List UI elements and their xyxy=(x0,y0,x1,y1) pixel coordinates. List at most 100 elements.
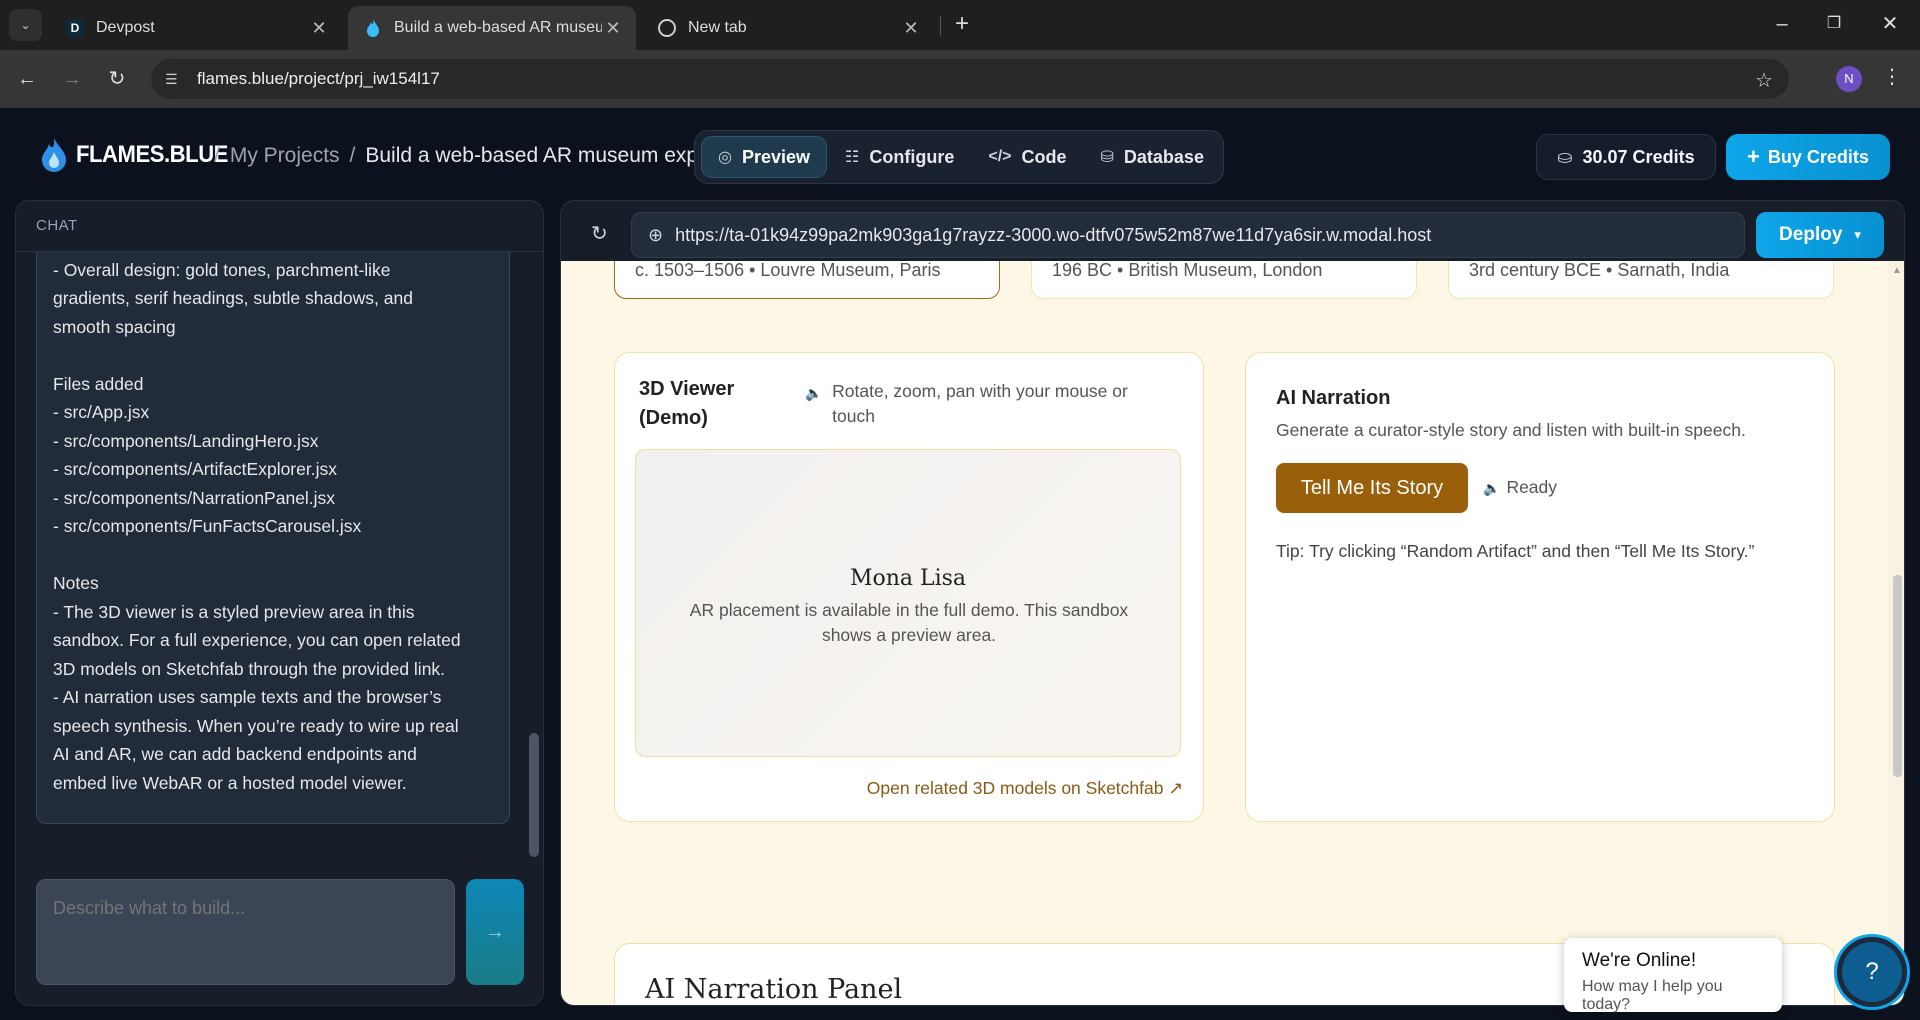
tab-separator xyxy=(940,16,941,36)
message-line: 3D models on Sketchfab through the provi… xyxy=(53,658,446,679)
preview-site: c. 1503–1506 • Louvre Museum, Paris 196 … xyxy=(561,261,1904,1005)
chrome-icon xyxy=(658,19,676,37)
chat-messages[interactable]: - Fun Facts carousel with auto-rotating … xyxy=(16,252,543,856)
tab-search-icon[interactable]: ⌄ xyxy=(9,9,42,41)
artifact-card[interactable]: c. 1503–1506 • Louvre Museum, Paris xyxy=(614,261,1000,299)
preview-url-bar[interactable]: ⊕ https://ta-01k94z99pa2mk903ga1g7rayzz-3… xyxy=(631,212,1745,258)
deploy-button[interactable]: Deploy ▾ xyxy=(1756,212,1884,258)
sketchfab-link[interactable]: Open related 3D models on Sketchfab ↗ xyxy=(867,778,1183,799)
viewer-title: 3D Viewer (Demo) xyxy=(639,378,735,429)
breadcrumb: / My Projects / Build a web-based AR museum… xyxy=(204,144,694,168)
support-title: We're Online! xyxy=(1582,950,1697,971)
support-bubble[interactable]: We're Online! How may I help you today? xyxy=(1564,938,1782,1013)
credits-badge[interactable]: ⛀ 30.07 Credits xyxy=(1536,134,1716,180)
chat-input[interactable] xyxy=(36,879,455,985)
window-close-icon[interactable]: ✕ xyxy=(1870,8,1910,40)
message-line: - Fun Facts carousel with auto-rotating … xyxy=(53,252,493,256)
breadcrumb-my-projects[interactable]: My Projects xyxy=(230,144,340,167)
close-tab-icon[interactable]: ✕ xyxy=(900,18,922,39)
message-line: Notes xyxy=(53,573,99,593)
message-line xyxy=(53,541,493,570)
narration-tip: Tip: Try clicking “Random Artifact” and … xyxy=(1276,541,1755,561)
viewer-hint: 🔈 Rotate, zoom, pan with your mouse or to… xyxy=(805,379,1165,429)
refresh-preview-icon[interactable]: ↻ xyxy=(591,221,608,246)
arrow-right-icon: → xyxy=(485,920,505,943)
artifact-card[interactable]: 3rd century BCE • Sarnath, India xyxy=(1448,261,1834,299)
message-line: sandbox. For a full experience, you can … xyxy=(53,630,461,650)
tab-code[interactable]: </> Code xyxy=(972,136,1082,178)
message-line: - AI narration uses sample texts and the… xyxy=(53,687,442,707)
app-header: FLAMES.BLUE / My Projects / Build a web-bas… xyxy=(0,108,1920,200)
address-url: flames.blue/project/prj_iw154l17 xyxy=(197,69,440,88)
code-icon: </> xyxy=(988,148,1012,165)
address-bar[interactable]: ☰ flames.blue/project/prj_iw154l17 ☆ xyxy=(151,59,1789,99)
devpost-favicon-icon: D xyxy=(66,19,84,37)
bookmark-star-icon[interactable]: ☆ xyxy=(1755,68,1773,93)
narration-status: 🔈 Ready xyxy=(1483,477,1558,497)
minimize-icon[interactable]: – xyxy=(1762,8,1802,40)
forward-icon[interactable]: → xyxy=(56,63,88,95)
message-line: - src/components/NarrationPanel.jsx xyxy=(53,487,336,508)
stage-note: AR placement is available in the full de… xyxy=(689,600,1129,645)
message-line: - src/components/LandingHero.jsx xyxy=(53,430,319,451)
chat-title: CHAT xyxy=(36,217,78,234)
new-tab-icon[interactable]: + xyxy=(948,10,976,38)
preview-frame: ↻ ⊕ https://ta-01k94z99pa2mk903ga1g7rayzz… xyxy=(560,200,1905,1006)
browser-toolbar: ← → ↻ ☰ flames.blue/project/prj_iw154l17… xyxy=(0,50,1920,108)
section-title: AI Narration Panel xyxy=(645,974,903,1005)
message-line xyxy=(53,341,493,370)
viewer-card: 3D Viewer (Demo) 🔈 Rotate, zoom, pan with… xyxy=(614,352,1204,822)
tab-flames-project[interactable]: Build a web-based AR museum ✕ xyxy=(348,6,636,50)
tab-title: Devpost xyxy=(96,19,155,36)
tab-title: Build a web-based AR museum xyxy=(394,19,602,36)
coins-icon: ⛀ xyxy=(1557,146,1573,167)
scroll-up-icon[interactable]: ▲ xyxy=(1892,265,1902,276)
artifact-card[interactable]: 196 BC • British Museum, London xyxy=(1031,261,1417,299)
tab-configure[interactable]: ☷ Configure xyxy=(829,136,970,178)
message-line: - Overall design: gold tones, parchment-… xyxy=(53,259,391,280)
scrollbar-thumb[interactable] xyxy=(1893,575,1902,777)
preview-url: https://ta-01k94z99pa2mk903ga1g7rayzz-30… xyxy=(675,224,1432,245)
close-tab-icon[interactable]: ✕ xyxy=(308,18,330,39)
preview-scrollbar[interactable]: ▲ xyxy=(1888,261,1904,1005)
reload-icon[interactable]: ↻ xyxy=(101,63,133,95)
message-line: - The 3D viewer is a styled preview area… xyxy=(53,601,415,622)
artifact-name: Mona Lisa xyxy=(849,566,967,591)
message-line: embed live WebAR or a hosted model viewe… xyxy=(53,772,407,793)
narration-subtitle: Generate a curator-style story and liste… xyxy=(1276,420,1746,440)
site-info-icon[interactable]: ☰ xyxy=(165,71,187,88)
browser-menu-icon[interactable]: ⋮ xyxy=(1882,64,1902,89)
chat-bubble-icon: ? xyxy=(1842,942,1902,1002)
database-icon: ⛁ xyxy=(1100,149,1114,166)
message-line: speech synthesis. When you’re ready to w… xyxy=(53,715,459,736)
tab-preview[interactable]: ◎ Preview xyxy=(701,136,828,178)
tab-new-tab[interactable]: New tab ✕ xyxy=(642,6,934,50)
close-tab-icon[interactable]: ✕ xyxy=(602,18,624,39)
narration-title: AI Narration xyxy=(1276,387,1391,409)
chat-scrollbar[interactable] xyxy=(529,733,539,857)
tell-story-button[interactable]: Tell Me Its Story xyxy=(1276,463,1468,513)
globe-icon: ⊕ xyxy=(648,224,664,245)
message-line: - src/components/ArtifactExplorer.jsx xyxy=(53,459,337,479)
flame-logo-icon xyxy=(42,138,66,172)
plus-icon: + xyxy=(1747,144,1760,169)
message-line: - src/components/FunFactsCarousel.jsx xyxy=(53,516,362,536)
breadcrumb-current-project: Build a web-based AR museum experience xyxy=(365,144,694,167)
tab-devpost[interactable]: D Devpost ✕ xyxy=(50,6,342,50)
tab-title: New tab xyxy=(688,19,747,36)
tab-database[interactable]: ⛁ Database xyxy=(1085,136,1220,178)
speaker-icon: 🔈 xyxy=(1483,480,1501,496)
message-line: gradients, serif headings, subtle shadow… xyxy=(53,288,413,308)
viewer-stage[interactable]: Mona Lisa AR placement is available in t… xyxy=(635,449,1181,757)
assistant-message: - Fun Facts carousel with auto-rotating … xyxy=(36,252,510,824)
support-chat-button[interactable]: ? xyxy=(1834,934,1910,1010)
send-button[interactable]: → xyxy=(466,879,524,985)
restore-icon[interactable]: ❐ xyxy=(1814,8,1854,40)
browser-tabstrip: ⌄ D Devpost ✕ Build a web-based AR museu… xyxy=(0,0,1920,50)
profile-avatar[interactable]: N xyxy=(1836,66,1862,92)
message-line: - src/App.jsx xyxy=(53,402,150,422)
message-line: AI and AR, we can add backend endpoints … xyxy=(53,744,417,764)
sliders-icon: ☷ xyxy=(845,149,860,166)
buy-credits-button[interactable]: + Buy Credits xyxy=(1726,134,1890,180)
back-icon[interactable]: ← xyxy=(11,63,43,95)
